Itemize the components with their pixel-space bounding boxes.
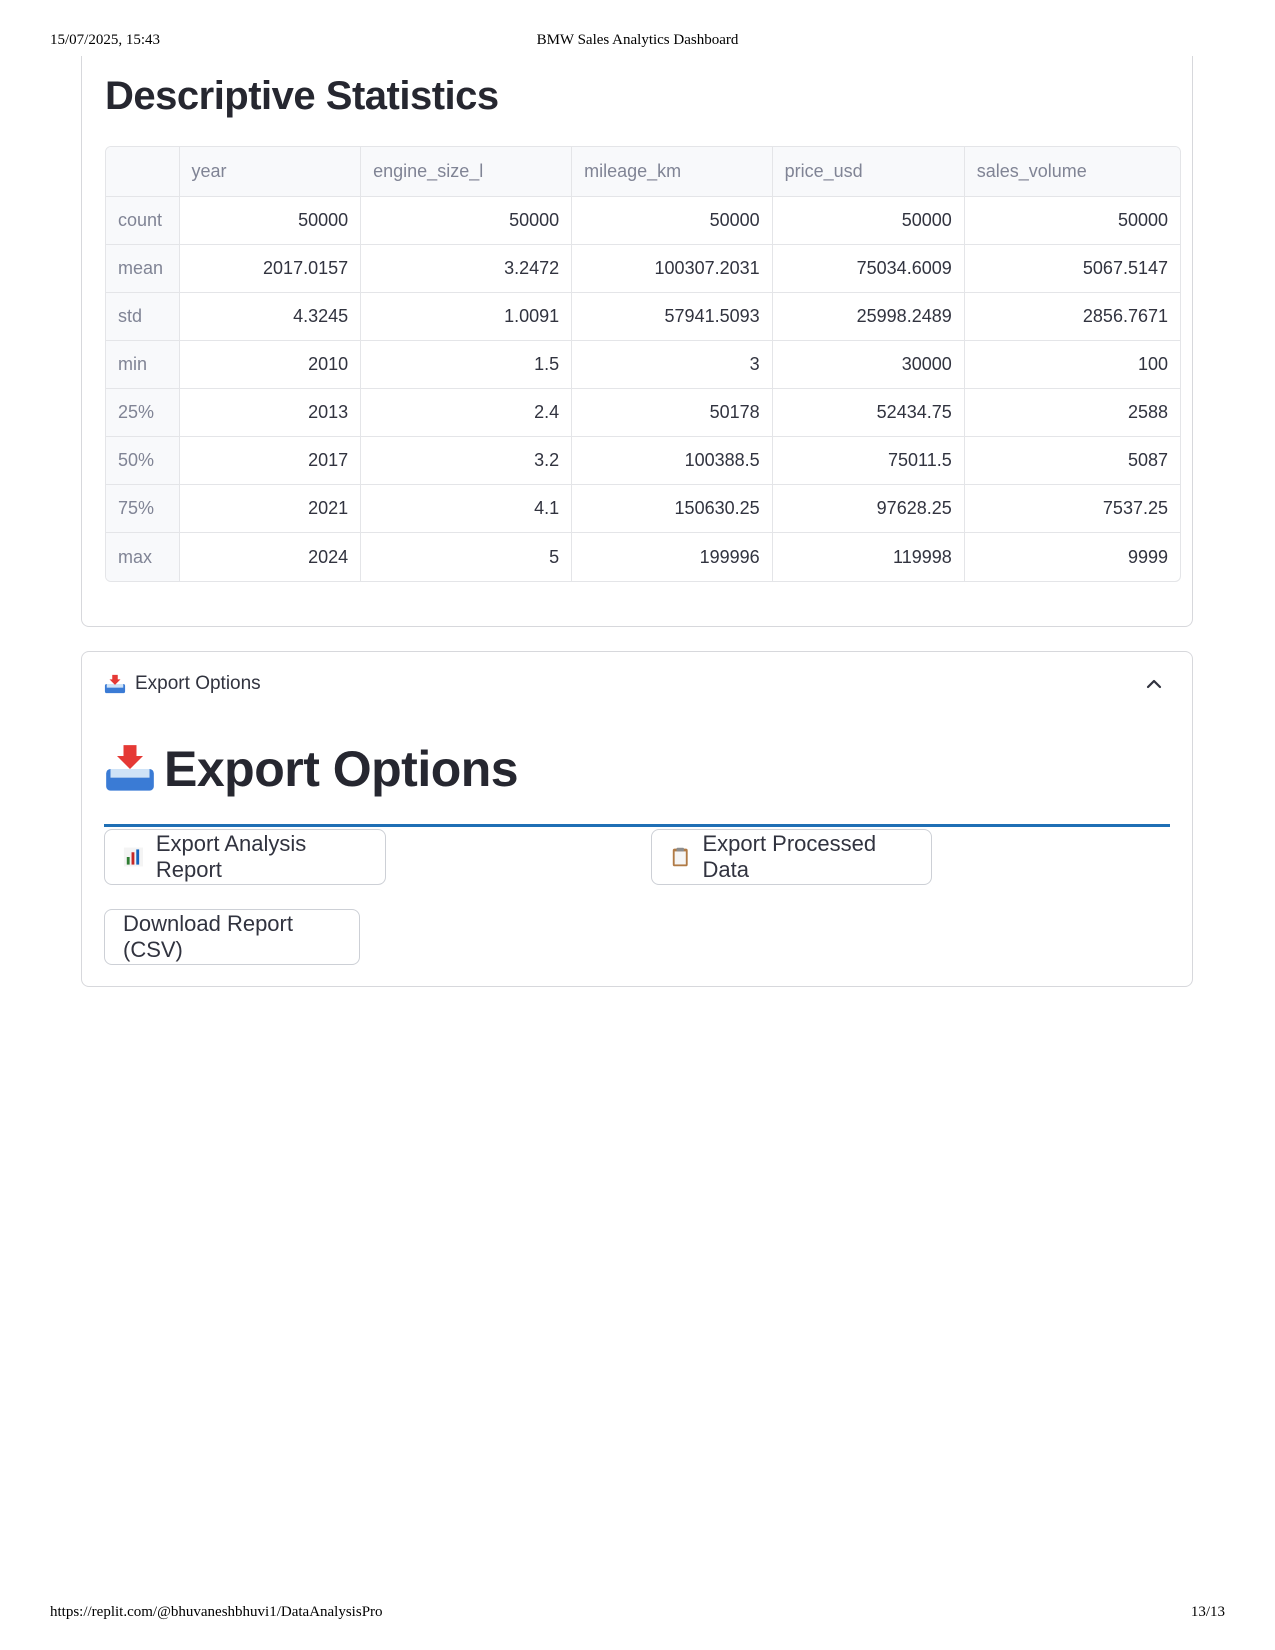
table-cell[interactable]: 50000 xyxy=(361,197,573,245)
column-header-sales-volume[interactable]: sales_volume xyxy=(964,147,1180,197)
table-cell[interactable]: 2017.0157 xyxy=(179,245,362,293)
inbox-tray-icon xyxy=(106,745,154,791)
table-cell[interactable]: 3.2472 xyxy=(361,245,573,293)
table-cell[interactable]: 119998 xyxy=(773,533,965,581)
section-title: Descriptive Statistics xyxy=(105,74,499,118)
table-cell[interactable]: 50000 xyxy=(179,197,362,245)
table-row: min 2010 1.5 3 30000 100 xyxy=(106,341,1180,389)
table-cell[interactable]: 199996 xyxy=(572,533,773,581)
row-label: 50% xyxy=(106,437,180,485)
table-row: max 2024 5 199996 119998 9999 xyxy=(106,533,1180,581)
table-row: 75% 2021 4.1 150630.25 97628.25 7537.25 xyxy=(106,485,1180,533)
export-title-text: Export Options xyxy=(164,741,519,797)
table-cell[interactable]: 75034.6009 xyxy=(772,245,965,293)
table-cell[interactable]: 1.0091 xyxy=(361,293,573,341)
button-label: Export Analysis Report xyxy=(155,831,307,882)
download-report-csv-button[interactable]: Download Report (CSV) xyxy=(104,909,360,965)
table-cell[interactable]: 50178 xyxy=(572,389,773,437)
table-cell[interactable]: 4.3245 xyxy=(179,293,362,341)
table-cell[interactable]: 2024 xyxy=(180,533,362,581)
table-cell[interactable]: 97628.25 xyxy=(772,485,965,533)
row-label: min xyxy=(106,341,180,389)
table-cell[interactable]: 50000 xyxy=(772,197,965,245)
export-processed-data-button[interactable]: Export Processed Data xyxy=(651,829,932,885)
table-cell[interactable]: 1.5 xyxy=(361,341,573,389)
table-cell[interactable]: 100388.5 xyxy=(572,437,773,485)
export-title: Export Options xyxy=(104,740,519,798)
table-row: 50% 2017 3.2 100388.5 75011.5 5087 xyxy=(106,437,1180,485)
inbox-tray-icon xyxy=(104,674,126,694)
chevron-up-icon[interactable] xyxy=(1144,674,1164,694)
print-title: BMW Sales Analytics Dashboard xyxy=(536,32,739,48)
table-cell[interactable]: 25998.2489 xyxy=(772,293,965,341)
row-label: std xyxy=(106,293,180,341)
export-options-expander: Export Options Export Options Export Ana… xyxy=(81,651,1193,987)
table-cell[interactable]: 2588 xyxy=(964,389,1180,437)
table-cell[interactable]: 5067.5147 xyxy=(964,245,1180,293)
table-cell[interactable]: 2.4 xyxy=(361,389,573,437)
table-cell[interactable]: 2013 xyxy=(179,389,362,437)
index-header-cell[interactable] xyxy=(106,147,180,197)
expander-label: Export Options xyxy=(135,673,261,694)
table-cell[interactable]: 9999 xyxy=(965,533,1180,581)
table-row: 25% 2013 2.4 50178 52434.75 2588 xyxy=(106,389,1180,437)
button-label: Export Processed Data xyxy=(702,831,877,882)
export-analysis-report-button[interactable]: Export Analysis Report xyxy=(104,829,386,885)
table-row: std 4.3245 1.0091 57941.5093 25998.2489 2856.… xyxy=(106,293,1180,341)
table-cell[interactable]: 150630.25 xyxy=(572,485,773,533)
table-cell[interactable]: 5 xyxy=(361,533,573,581)
table-cell[interactable]: 75011.5 xyxy=(772,437,965,485)
table-cell[interactable]: 30000 xyxy=(772,341,965,389)
row-label: count xyxy=(106,197,180,245)
table-cell[interactable]: 3.2 xyxy=(361,437,573,485)
table-row: mean 2017.0157 3.2472 100307.2031 75034.6009… xyxy=(106,245,1180,293)
column-header-mileage-km[interactable]: mileage_km xyxy=(572,147,773,197)
table-cell[interactable]: 57941.5093 xyxy=(572,293,773,341)
print-url: https://replit.com/@bhuvaneshbhuvi1/Data… xyxy=(50,1604,383,1620)
descriptive-statistics-card: Descriptive Statistics year engine_size_l… xyxy=(81,56,1193,627)
column-header-price-usd[interactable]: price_usd xyxy=(772,147,965,197)
statistics-table: year engine_size_l mileage_km price_usd sale… xyxy=(105,146,1181,582)
column-header-engine-size-l[interactable]: engine_size_l xyxy=(361,147,573,197)
bar-chart-icon xyxy=(123,847,143,867)
table-cell[interactable]: 100307.2031 xyxy=(572,245,773,293)
table-cell[interactable]: 52434.75 xyxy=(772,389,965,437)
table-cell[interactable]: 2010 xyxy=(179,341,362,389)
row-label: 25% xyxy=(106,389,180,437)
row-label: mean xyxy=(106,245,180,293)
table-cell[interactable]: 5087 xyxy=(964,437,1180,485)
row-label: 75% xyxy=(106,485,180,533)
table-cell[interactable]: 100 xyxy=(964,341,1180,389)
accent-divider xyxy=(104,824,1170,827)
table-cell[interactable]: 7537.25 xyxy=(964,485,1180,533)
table-cell[interactable]: 2021 xyxy=(179,485,362,533)
table-cell[interactable]: 2017 xyxy=(179,437,362,485)
table-row: count 50000 50000 50000 50000 50000 xyxy=(106,197,1180,245)
button-label: Download Report (CSV) xyxy=(123,911,293,962)
row-label: max xyxy=(106,533,180,581)
table-cell[interactable]: 3 xyxy=(572,341,773,389)
print-page-number: 13/13 xyxy=(1190,1604,1225,1620)
table-cell[interactable]: 50000 xyxy=(964,197,1180,245)
table-cell[interactable]: 50000 xyxy=(572,197,773,245)
clipboard-icon xyxy=(672,847,688,867)
column-header-year[interactable]: year xyxy=(179,147,362,197)
table-cell[interactable]: 2856.7671 xyxy=(964,293,1180,341)
expander-header[interactable]: Export Options xyxy=(104,668,1170,700)
table-header-row: year engine_size_l mileage_km price_usd sale… xyxy=(106,147,1180,197)
table-cell[interactable]: 4.1 xyxy=(361,485,573,533)
